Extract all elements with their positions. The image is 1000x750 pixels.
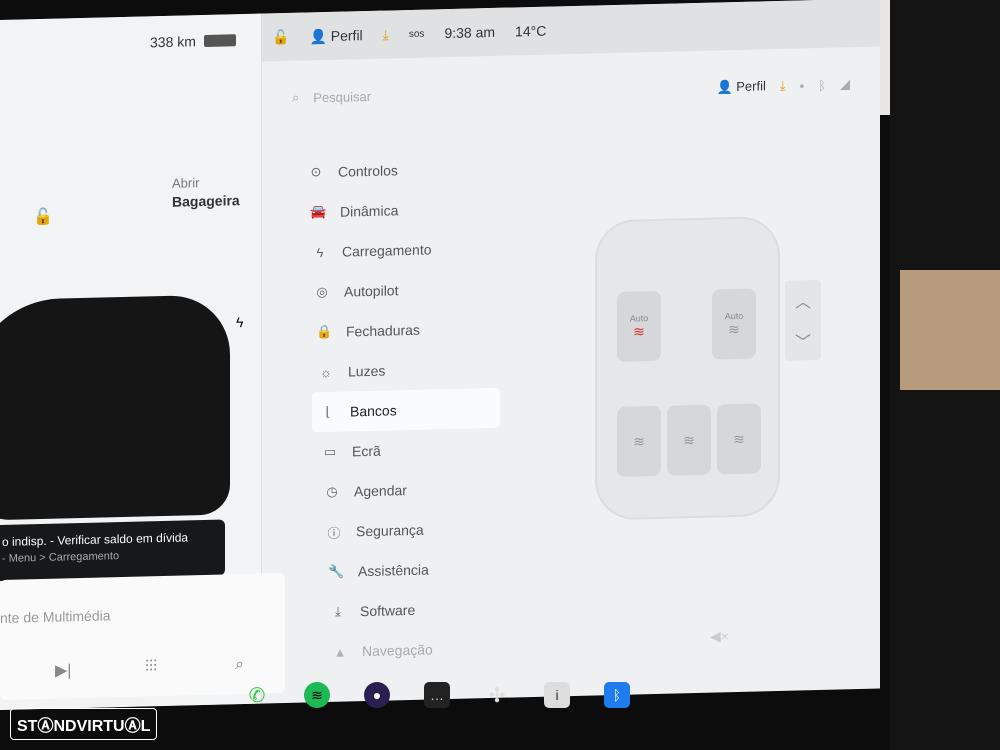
clock-icon: ◷ <box>326 483 338 500</box>
seat-heater-diagram: Auto ≋ Auto ≋ ≋ ≋ ≋ <box>595 215 780 521</box>
driver-seat-heater[interactable]: Auto ≋ <box>617 290 661 362</box>
menu-item-label: Dinâmica <box>340 202 399 220</box>
scroll-arrows: ︿ ﹀ <box>785 279 821 361</box>
next-track-icon[interactable]: ▶| <box>55 660 71 680</box>
heat-icon: ≋ <box>633 432 645 450</box>
light-icon: ☼ <box>320 364 332 380</box>
menu-item-label: Segurança <box>356 521 424 540</box>
download-icon: ⤓ <box>335 603 341 619</box>
menu-item-label: Carregamento <box>342 241 432 260</box>
temperature: 14°C <box>515 22 547 40</box>
media-source-label[interactable]: nte de Multimédia <box>0 607 111 626</box>
steering-wheel-icon: ◎ <box>316 283 328 300</box>
volume-mute-icon[interactable]: ◀× <box>710 628 729 645</box>
menu-item-label: Controlos <box>338 162 398 180</box>
spotify-icon[interactable]: ≋ <box>304 682 330 708</box>
menu-item-luzes[interactable]: ☼ Luzes <box>310 348 500 393</box>
bluetooth-icon[interactable]: ᛒ <box>604 682 630 708</box>
search-input[interactable]: Pesquisar <box>313 80 702 104</box>
heat-icon: ≋ <box>728 320 740 337</box>
menu-item-label: Fechaduras <box>346 321 420 340</box>
toast-subtitle: - Menu > Carregamento <box>2 550 120 565</box>
menu-item-label: Autopilot <box>344 282 399 300</box>
security-icon: ⓘ <box>327 525 341 541</box>
menu-item-seguranca[interactable]: ⓘ Segurança <box>318 508 500 552</box>
wood-trim <box>900 270 1000 390</box>
menu-item-label: Navegação <box>362 641 433 660</box>
open-trunk-label[interactable]: Abrir <box>172 175 199 191</box>
rear-left-seat-heater[interactable]: ≋ <box>617 405 661 477</box>
settings-header: ⌕ Pesquisar 👤 Perfil ⤓ • ᛒ ◢ <box>262 53 880 128</box>
watermark-logo: STⒶNDVIRTUⒶL <box>10 708 158 740</box>
car-model-image <box>0 294 230 521</box>
wrench-icon: 🔧 <box>328 563 345 579</box>
car-panel: 338 km 🔓 Abrir Bagageira ϟ o indisp. - V… <box>0 13 285 710</box>
dock: ✆ ≋ ● … ✣ i ᛒ <box>230 660 880 730</box>
status-bar: 🔓 👤 Perfil ⤓ sos 9:38 am 14°C <box>262 0 880 62</box>
toast-title: o indisp. - Verificar saldo em dívida <box>2 530 189 549</box>
fan-icon[interactable]: ✣ <box>484 682 510 708</box>
bolt-icon: ϟ <box>316 244 324 260</box>
menu-item-controlos[interactable]: ⊙ Controlos <box>300 148 500 193</box>
menu-item-carregamento[interactable]: ϟ Carregamento <box>304 228 500 273</box>
auto-label: Auto <box>629 312 649 324</box>
more-apps-icon[interactable]: … <box>424 682 450 708</box>
touchscreen: 338 km 🔓 Abrir Bagageira ϟ o indisp. - V… <box>0 0 880 710</box>
menu-item-dinamica[interactable]: 🚘 Dinâmica <box>302 188 500 233</box>
trunk-button[interactable]: Bagageira <box>172 192 240 210</box>
phone-icon[interactable]: ✆ <box>244 682 270 708</box>
display-icon: ▭ <box>323 443 337 460</box>
navigation-icon: ▲ <box>333 644 347 660</box>
equalizer-icon[interactable]: ⫶⫶⫶ <box>145 658 157 676</box>
charge-port-icon[interactable]: ϟ <box>236 314 243 330</box>
bluetooth-icon[interactable]: ᛒ <box>818 77 826 92</box>
toggle-icon: ⊙ <box>310 164 322 180</box>
auto-label: Auto <box>724 310 744 321</box>
range-indicator: 338 km <box>150 32 236 50</box>
unlock-icon[interactable]: 🔓 <box>33 207 53 227</box>
chevron-down-icon[interactable]: ﹀ <box>795 328 811 352</box>
download-icon[interactable]: ⤓ <box>780 78 786 94</box>
car-icon: 🚘 <box>310 204 327 220</box>
chevron-up-icon[interactable]: ︿ <box>795 288 811 312</box>
profile-button[interactable]: 👤 Perfil <box>309 27 362 45</box>
bell-icon[interactable]: • <box>800 78 805 93</box>
menu-item-autopilot[interactable]: ◎ Autopilot <box>306 268 500 313</box>
lock-icon[interactable]: 🔓 <box>272 28 289 45</box>
notification-toast[interactable]: o indisp. - Verificar saldo em dívida - … <box>0 519 225 582</box>
passenger-seat-heater[interactable]: Auto ≋ <box>712 288 756 360</box>
search-icon[interactable]: ⌕ <box>292 90 299 106</box>
signal-icon: ◢ <box>840 76 850 92</box>
sos-button[interactable]: sos <box>409 28 425 39</box>
lock-icon: 🔒 <box>316 323 333 340</box>
heat-icon: ≋ <box>733 430 745 447</box>
menu-item-label: Ecrã <box>352 442 381 460</box>
camera-icon[interactable]: ● <box>364 682 390 708</box>
menu-item-label: Bancos <box>350 402 397 420</box>
menu-item-software[interactable]: ⤓ Software <box>322 588 500 632</box>
range-text: 338 km <box>150 33 196 51</box>
heat-icon: ≋ <box>633 322 645 340</box>
menu-item-agendar[interactable]: ◷ Agendar <box>316 468 500 512</box>
menu-item-label: Software <box>360 601 416 620</box>
menu-item-label: Assistência <box>358 561 429 580</box>
profile-label: Perfil <box>736 78 766 95</box>
profile-button[interactable]: 👤 Perfil <box>716 78 765 95</box>
battery-icon <box>203 34 236 48</box>
menu-item-fechaduras[interactable]: 🔒 Fechaduras <box>308 308 500 353</box>
profile-label: Perfil <box>330 26 363 44</box>
menu-item-bancos[interactable]: ⌊ Bancos <box>312 387 500 433</box>
clock: 9:38 am <box>444 23 496 42</box>
heat-icon: ≋ <box>683 431 695 448</box>
settings-menu: ⊙ Controlos 🚘 Dinâmica ϟ Carregamento ◎ Autopil… <box>300 148 500 673</box>
menu-item-ecra[interactable]: ▭ Ecrã <box>314 428 500 473</box>
rear-right-seat-heater[interactable]: ≋ <box>717 403 761 475</box>
seat-icon: ⌊ <box>325 403 331 420</box>
download-icon[interactable]: ⤓ <box>383 26 389 43</box>
menu-item-label: Luzes <box>348 362 386 380</box>
info-icon[interactable]: i <box>544 682 570 708</box>
menu-item-label: Agendar <box>354 482 407 500</box>
menu-item-assistencia[interactable]: 🔧 Assistência <box>320 548 500 592</box>
rear-center-seat-heater[interactable]: ≋ <box>667 404 711 476</box>
